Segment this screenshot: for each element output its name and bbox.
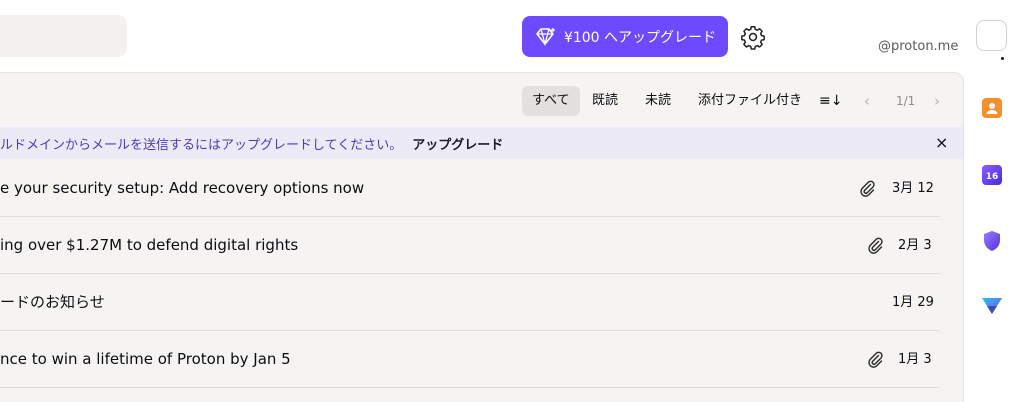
search-bar[interactable] (0, 15, 127, 57)
settings-gear-icon[interactable] (740, 24, 766, 50)
message-list-panel: すべて 既読 未読 添付ファイル付き ≡↓ ‹ 1/1 › ルドメインからメール… (0, 72, 964, 402)
list-toolbar: すべて 既読 未読 添付ファイル付き ≡↓ ‹ 1/1 › (0, 73, 963, 125)
filter-has-attachment[interactable]: 添付ファイル付き (698, 86, 802, 116)
sort-icon[interactable]: ≡↓ (819, 86, 842, 116)
page-indicator: 1/1 (896, 94, 916, 108)
contacts-icon[interactable] (980, 96, 1004, 120)
message-date: 1月 3 (898, 352, 932, 367)
pass-icon[interactable] (980, 294, 1004, 318)
message-row[interactable]: nce to win a lifetime of Proton by Jan 5… (0, 331, 940, 388)
filter-unread[interactable]: 未読 (645, 86, 671, 116)
message-subject: ing over $1.27M to defend digital rights (0, 236, 299, 254)
message-date: 3月 12 (892, 181, 934, 196)
message-subject: ードのお知らせ (0, 293, 105, 311)
calendar-icon[interactable]: 16 (980, 163, 1004, 187)
account-avatar[interactable] (976, 20, 1007, 51)
message-subject: e your security setup: Add recovery opti… (0, 179, 365, 197)
message-row[interactable]: e your security setup: Add recovery opti… (0, 160, 940, 217)
status-dot (1001, 57, 1004, 60)
attachment-icon (868, 237, 883, 254)
account-email: @proton.me (878, 39, 959, 54)
previous-page-icon[interactable]: ‹ (864, 86, 870, 116)
next-page-icon[interactable]: › (934, 86, 940, 116)
attachment-icon (868, 351, 883, 368)
banner-upgrade-link[interactable]: アップグレード (412, 134, 503, 153)
filter-all[interactable]: すべて (522, 86, 580, 116)
attachment-icon (860, 180, 875, 197)
message-row[interactable]: ing over $1.27M to defend digital rights… (0, 217, 940, 274)
filter-read[interactable]: 既読 (592, 86, 618, 116)
message-row[interactable]: ードのお知らせ 1月 29 (0, 274, 940, 331)
message-date: 1月 29 (892, 295, 934, 310)
calendar-day-label: 16 (986, 172, 999, 182)
message-date: 2月 3 (898, 238, 932, 253)
upgrade-label: ¥100 へアップグレード (563, 29, 717, 46)
upgrade-banner: ルドメインからメールを送信するにはアップグレードしてください。 アップグレード … (0, 127, 963, 159)
vpn-shield-icon[interactable] (980, 229, 1004, 253)
diamond-icon (536, 27, 555, 46)
upgrade-button[interactable]: ¥100 へアップグレード (522, 16, 728, 57)
message-subject: nce to win a lifetime of Proton by Jan 5 (0, 350, 291, 368)
banner-close-icon[interactable]: × (935, 133, 948, 153)
banner-text: ルドメインからメールを送信するにはアップグレードしてください。 (0, 137, 403, 153)
